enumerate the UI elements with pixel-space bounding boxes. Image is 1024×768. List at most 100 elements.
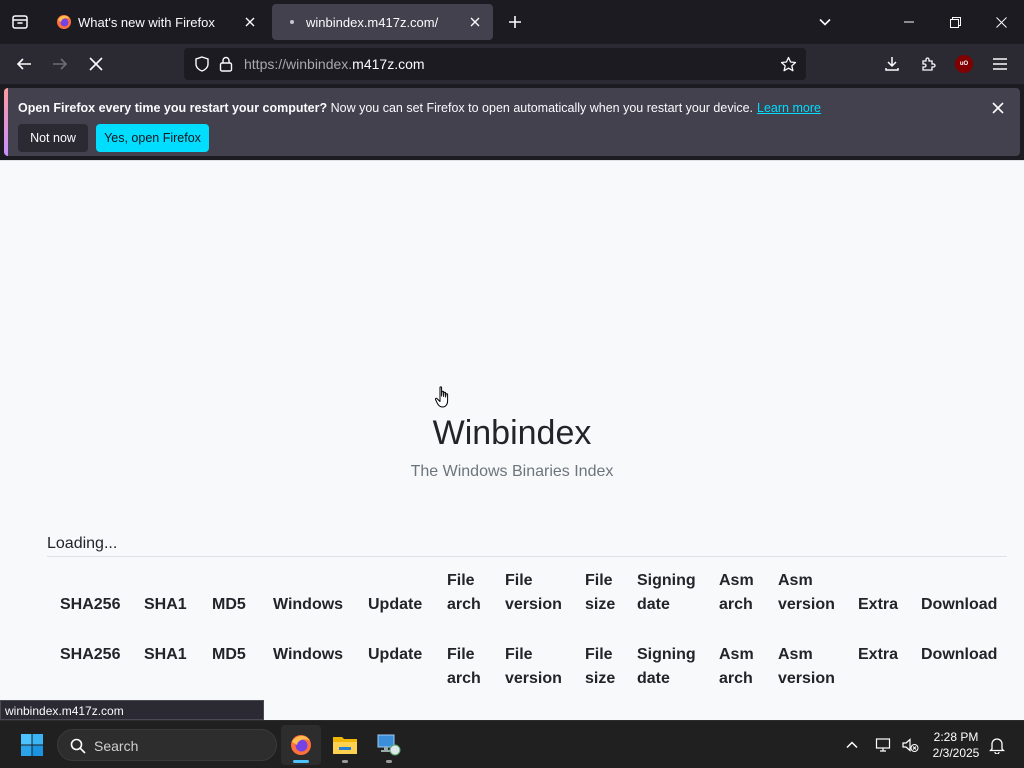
column-header[interactable]: Extra [858, 593, 898, 617]
search-icon [68, 736, 88, 756]
column-header[interactable]: File version [505, 569, 562, 617]
notification-bold-text: Open Firefox every time you restart your… [18, 101, 328, 115]
system-clock[interactable]: 2:28 PM 2/3/2025 [926, 729, 986, 761]
minimize-button[interactable] [886, 0, 932, 44]
firefox-view-button[interactable] [0, 0, 40, 44]
page-subtitle: The Windows Binaries Index [410, 463, 614, 480]
clock-date: 2/3/2025 [932, 746, 980, 760]
column-header[interactable]: Asm version [778, 643, 835, 691]
active-indicator [293, 760, 309, 763]
not-now-button[interactable]: Not now [18, 124, 88, 152]
close-icon [992, 102, 1004, 114]
taskbar-file-explorer[interactable] [325, 725, 365, 765]
url-text[interactable]: https://winbindex.m417z.com [244, 56, 425, 72]
windows-logo-icon [21, 734, 43, 756]
downloads-button[interactable] [876, 48, 908, 80]
network-status-button[interactable] [872, 733, 896, 757]
taskbar-firefox[interactable] [281, 725, 321, 765]
navigation-toolbar: https://winbindex.m417z.com uO [0, 44, 1024, 84]
column-header[interactable]: Signing date [637, 569, 696, 617]
taskbar-remote-app[interactable] [369, 725, 409, 765]
column-header[interactable]: Asm version [778, 569, 835, 617]
download-icon [885, 57, 899, 71]
list-all-tabs-button[interactable] [810, 6, 840, 38]
computer-network-icon [377, 734, 401, 756]
column-header[interactable]: Update [368, 643, 422, 667]
startup-notification: Open Firefox every time you restart your… [4, 88, 1020, 156]
column-header[interactable]: SHA1 [144, 643, 187, 667]
show-hidden-icons-button[interactable] [840, 733, 864, 757]
notification-message: Open Firefox every time you restart your… [18, 101, 821, 115]
puzzle-icon [922, 57, 936, 71]
tab-strip: What's new with Firefox winbindex.m417z.… [0, 0, 1024, 44]
open-indicator [342, 760, 348, 763]
back-button[interactable] [8, 48, 40, 80]
forward-button[interactable] [44, 48, 76, 80]
stop-loading-button[interactable] [80, 48, 112, 80]
restore-button[interactable] [932, 0, 978, 44]
speaker-muted-icon [902, 738, 919, 752]
lock-icon[interactable] [216, 52, 236, 76]
loading-text: Loading... [47, 535, 118, 552]
learn-more-link[interactable]: Learn more [757, 101, 821, 115]
address-bar[interactable]: https://winbindex.m417z.com [184, 48, 806, 80]
start-button[interactable] [16, 731, 48, 759]
column-header[interactable]: Asm arch [719, 643, 754, 691]
divider [47, 556, 1007, 557]
column-header[interactable]: Windows [273, 593, 343, 617]
taskbar: Search 2:28 PM 2/3/2025 [0, 720, 1024, 768]
loading-dot-icon [284, 14, 300, 30]
column-header[interactable]: Extra [858, 643, 898, 667]
column-header[interactable]: SHA1 [144, 593, 187, 617]
status-link-preview: winbindex.m417z.com [0, 700, 264, 720]
bell-icon [989, 738, 1005, 754]
app-menu-button[interactable] [984, 48, 1016, 80]
ublock-extension-button[interactable]: uO [948, 48, 980, 80]
column-header[interactable]: Signing date [637, 643, 696, 691]
extensions-button[interactable] [912, 48, 944, 80]
column-header[interactable]: Update [368, 593, 422, 617]
clock-time: 2:28 PM [933, 730, 979, 744]
column-header[interactable]: File version [505, 643, 562, 691]
web-page: Winbindex The Windows Binaries Index Loa… [0, 160, 1024, 718]
url-domain: m417z.com [352, 56, 425, 72]
arrow-left-icon [16, 58, 31, 70]
chevron-up-icon [846, 741, 858, 749]
column-header[interactable]: Asm arch [719, 569, 754, 617]
shield-icon[interactable] [190, 52, 214, 76]
column-header[interactable]: File arch [447, 569, 481, 617]
star-icon[interactable] [776, 52, 800, 76]
column-header[interactable]: File size [585, 643, 615, 691]
column-header[interactable]: MD5 [212, 643, 246, 667]
url-prefix: https://winbindex. [244, 56, 353, 72]
minimize-icon [904, 21, 914, 23]
column-header[interactable]: MD5 [212, 593, 246, 617]
hamburger-menu-icon [993, 58, 1007, 70]
ublock-icon: uO [955, 55, 973, 73]
column-header[interactable]: File arch [447, 643, 481, 691]
close-window-button[interactable] [978, 0, 1024, 44]
yes-open-firefox-button[interactable]: Yes, open Firefox [96, 124, 209, 152]
notifications-button[interactable] [985, 733, 1009, 757]
column-header[interactable]: Download [921, 593, 997, 617]
close-notification-button[interactable] [986, 96, 1010, 120]
plus-icon [509, 16, 521, 28]
volume-muted-button[interactable] [898, 733, 922, 757]
close-tab-icon[interactable] [463, 10, 487, 34]
column-header[interactable]: Windows [273, 643, 343, 667]
close-tab-icon[interactable] [238, 10, 262, 34]
column-header[interactable]: Download [921, 643, 997, 667]
open-indicator [386, 760, 392, 763]
column-header[interactable]: SHA256 [60, 593, 120, 617]
tab-whats-new[interactable]: What's new with Firefox [44, 4, 268, 40]
tab-winbindex[interactable]: winbindex.m417z.com/ [272, 4, 493, 40]
column-header[interactable]: SHA256 [60, 643, 120, 667]
new-tab-button[interactable] [500, 6, 530, 38]
firefox-logo-icon [291, 735, 311, 755]
taskbar-search[interactable]: Search [57, 729, 277, 761]
restore-icon [949, 16, 961, 28]
close-icon [89, 57, 103, 71]
column-header[interactable]: File size [585, 569, 615, 617]
search-placeholder: Search [94, 738, 139, 754]
firefox-view-icon [12, 15, 28, 29]
